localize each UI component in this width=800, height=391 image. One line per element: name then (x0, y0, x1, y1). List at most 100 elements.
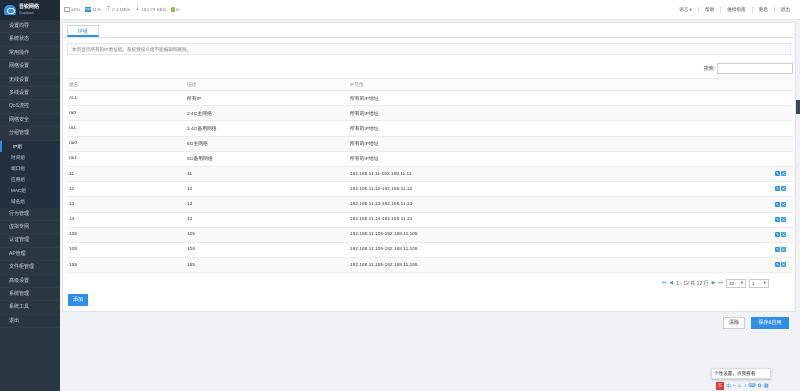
keyboard-icon[interactable]: ⌨ (748, 383, 755, 389)
pagination: ⏮ ◀ 1 - 12 共 12 行 ▶ ⏭ 30 ▾ 1 ▾ (662, 278, 769, 288)
cell-description: 155 (185, 257, 348, 274)
cell-actions (773, 105, 793, 122)
sidebar-item-security[interactable]: 网络安全 (0, 114, 60, 128)
reboot-link[interactable]: 重启 (753, 7, 775, 13)
sidebar-item-advanced[interactable]: 高级设置 (0, 275, 60, 288)
sidebar-subitem-mac-group[interactable]: MAC组 (0, 185, 60, 197)
cell-actions (773, 151, 793, 167)
skin-icon[interactable]: ✿ (758, 383, 762, 389)
maintenance-guide-link[interactable]: 维修指南 (721, 7, 753, 13)
edit-icon[interactable]: ✎ (775, 247, 780, 253)
cpu-stat: 16% (64, 7, 80, 12)
first-page-icon[interactable]: ⏮ (662, 280, 667, 286)
cell-group-name: 155 (67, 257, 185, 274)
sidebar-subitem-port-group[interactable]: 端口组 (0, 162, 60, 175)
cell-description: 2.4G主网络 (185, 105, 348, 122)
sidebar-item-logout[interactable]: 退出 (0, 315, 60, 329)
cell-actions: ✎ ✕ (773, 181, 793, 198)
info-note: 本页显示所有的IP地址组。系统预设义组不能编辑和删除。 (67, 43, 791, 55)
edit-icon[interactable]: ✎ (775, 231, 780, 237)
cell-description: 12 (185, 181, 348, 198)
delete-icon[interactable]: ✕ (781, 186, 786, 192)
col-header-desc[interactable]: 描述 (185, 78, 348, 91)
add-button[interactable]: 添加 (68, 294, 88, 306)
col-header-actions (773, 78, 793, 91)
edit-icon[interactable]: ✎ (775, 171, 780, 177)
table-row: 13 13 192.168.11.13-192.168.11.13 ✎ ✕ (67, 196, 793, 213)
edit-icon[interactable]: ✎ (775, 201, 780, 207)
cell-description: 2.4G备用网络 (185, 120, 348, 137)
sidebar-item-qos[interactable]: QoS流控 (0, 100, 60, 114)
system-tray: S 中 • ☺ ♪ ⌨ ✿ ▦ (716, 381, 800, 391)
delete-icon[interactable]: ✕ (781, 201, 786, 207)
ime-logo-icon[interactable]: S (716, 382, 724, 390)
edit-icon[interactable]: ✎ (775, 216, 780, 222)
sidebar-item-wizard[interactable]: 设置向导 (0, 20, 60, 34)
logout-link[interactable]: 退出 (775, 7, 796, 13)
customize-tooltip[interactable]: 个性设置，点我看看 (711, 368, 771, 379)
tab-ip-group[interactable]: IP组 (67, 25, 99, 37)
sidebar-item-system[interactable]: 系统管理 (0, 288, 60, 302)
edit-icon[interactable]: ✎ (775, 186, 780, 192)
cpu-icon (64, 7, 70, 12)
chevron-down-icon: ▾ (763, 280, 766, 285)
next-page-icon[interactable]: ▶ (712, 280, 716, 286)
table-row: rai1 5G备用网络 所有的IP地址 (67, 151, 793, 167)
help-link[interactable]: 帮助 (699, 7, 722, 13)
last-page-icon[interactable]: ⏭ (718, 280, 723, 286)
logo: 吾锐网络 Socloud (0, 0, 60, 20)
cell-ip-range: 所有的IP地址 (348, 151, 773, 167)
page-size-select[interactable]: 30 ▾ (726, 278, 746, 288)
sidebar-item-vpn[interactable]: 虚拟专网 (0, 221, 60, 235)
sidebar-subitem-app-group[interactable]: 应用组 (0, 174, 60, 186)
language-menu[interactable]: 语言 ▾ (673, 7, 699, 13)
sidebar-subitem-ip-group[interactable]: IP组 (0, 140, 60, 152)
page-number-select[interactable]: 1 ▾ (749, 278, 769, 288)
table-row: 106 106 192.168.11.106-192.168.11.106 ✎ ✕ (67, 242, 793, 259)
cell-ip-range: 192.168.11.13-192.168.11.13 (348, 196, 773, 213)
ime-language-indicator[interactable]: 中 (726, 383, 731, 390)
cell-group-name: 11 (67, 166, 185, 183)
emoji-icon[interactable]: ☺ (737, 383, 742, 389)
save-apply-button[interactable]: 保存&应用 (751, 317, 789, 329)
delete-icon[interactable]: ✕ (781, 262, 786, 268)
side-panel-handle[interactable] (796, 100, 800, 114)
cell-ip-range: 192.168.11.155-192.168.11.155 (348, 257, 773, 274)
table-row: ra1 2.4G备用网络 所有的IP地址 (67, 120, 793, 137)
cell-ip-range: 192.168.11.105-192.168.11.105 (348, 227, 773, 243)
menu-grid-icon[interactable]: ▦ (764, 383, 769, 389)
sidebar-item-multiwan[interactable]: 多线设置 (0, 87, 60, 101)
cell-description: 106 (185, 242, 348, 259)
sidebar-item-groups[interactable]: 分组管理 (0, 127, 60, 141)
delete-icon[interactable]: ✕ (781, 247, 786, 253)
sidebar-item-wireless[interactable]: 无线设置 (0, 74, 60, 87)
sidebar-item-tools[interactable]: 系统工具 (0, 301, 60, 315)
sidebar-item-behavior[interactable]: 行为管理 (0, 208, 60, 222)
cell-actions: ✎ ✕ (773, 242, 793, 259)
sidebar-item-status[interactable]: 系统状态 (0, 33, 60, 47)
sidebar-subitem-time-group[interactable]: 时间组 (0, 151, 60, 163)
microphone-icon[interactable]: ♪ (744, 383, 747, 389)
download-arrow-icon: ⇣ (135, 6, 141, 12)
delete-icon[interactable]: ✕ (781, 216, 786, 222)
sidebar-item-ap[interactable]: AP管理 (0, 248, 60, 262)
sidebar-item-common[interactable]: 常用操作 (0, 47, 60, 61)
cloud-logo-icon (4, 5, 16, 15)
sidebar-item-files[interactable]: 文件柜管理 (0, 261, 60, 275)
sidebar-subitem-domain-group[interactable]: 域名组 (0, 196, 60, 208)
col-header-name[interactable]: 组名 (67, 78, 185, 91)
cell-ip-range: 192.168.11.106-192.168.11.106 (348, 242, 773, 259)
users-value: 6 (176, 7, 179, 12)
delete-icon[interactable]: ✕ (781, 231, 786, 237)
sidebar-item-auth[interactable]: 认证管理 (0, 234, 60, 248)
top-links: 语言 ▾ 帮助 维修指南 重启 退出 (673, 0, 796, 20)
delete-icon[interactable]: ✕ (781, 171, 786, 177)
col-header-range[interactable]: IP范围 (348, 78, 773, 91)
search-input[interactable] (717, 62, 793, 74)
edit-icon[interactable]: ✎ (775, 262, 780, 268)
sidebar-item-network[interactable]: 网络设置 (0, 60, 60, 74)
punctuation-icon[interactable]: • (733, 383, 735, 389)
clear-button[interactable]: 清除 (723, 317, 745, 329)
prev-page-icon[interactable]: ◀ (669, 280, 673, 286)
mem-stat: MEM 11% (85, 7, 101, 12)
